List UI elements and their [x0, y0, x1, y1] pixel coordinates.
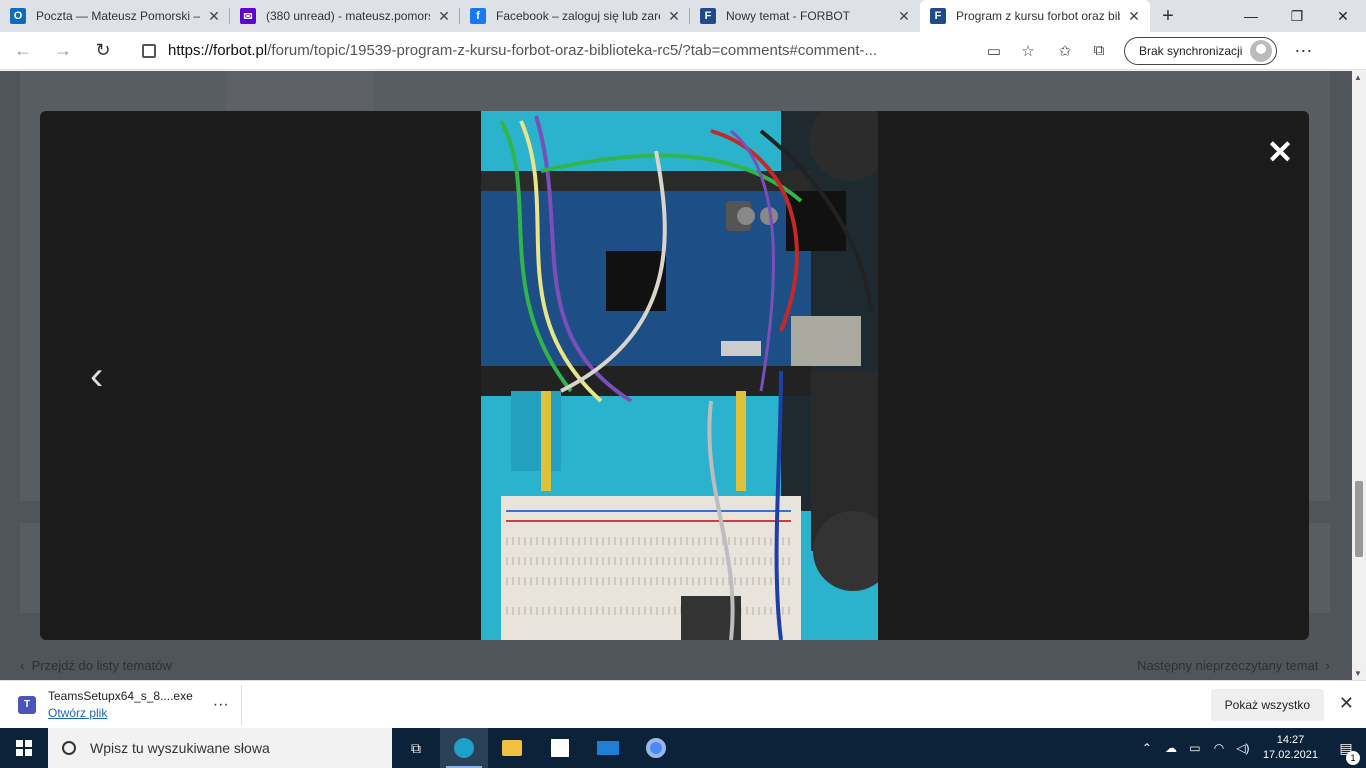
- download-bar: T TeamsSetupx64_s_8....exe Otwórz plik ·…: [0, 680, 1366, 728]
- address-bar[interactable]: https://forbot.pl/forum/topic/19539-prog…: [132, 35, 1048, 66]
- avatar: [1250, 39, 1273, 62]
- notifications-icon[interactable]: ▤ 1: [1326, 740, 1366, 765]
- store-icon[interactable]: [536, 728, 584, 768]
- window-controls: — ❐ ✕: [1228, 0, 1366, 32]
- address-toolbar: ← → ↻ https://forbot.pl/forum/topic/1953…: [0, 32, 1366, 70]
- close-lightbox-button[interactable]: ✕: [1265, 136, 1295, 168]
- arduino-robot-photo: [481, 111, 878, 640]
- collections-icon[interactable]: ⧉: [1082, 34, 1116, 68]
- back-icon[interactable]: ←: [6, 34, 40, 68]
- date: 17.02.2021: [1262, 749, 1318, 761]
- mail-icon[interactable]: [584, 728, 632, 768]
- tab-yahoo-mail[interactable]: ✉ (380 unread) - mateusz.pomorski ✕: [230, 0, 460, 32]
- previous-image-button[interactable]: ‹: [90, 356, 120, 396]
- tab-forbot-program[interactable]: F Program z kursu forbot oraz biblioteka…: [920, 0, 1150, 32]
- download-info: TeamsSetupx64_s_8....exe Otwórz plik: [48, 689, 193, 720]
- url-text[interactable]: https://forbot.pl/forum/topic/19539-prog…: [168, 42, 970, 59]
- wifi-icon[interactable]: ◠: [1207, 741, 1231, 755]
- windows-logo-icon: [16, 740, 32, 756]
- new-tab-button[interactable]: +: [1150, 0, 1186, 32]
- system-tray: ⌃ ☁ ▭ ◠ ◁) 14:27 17.02.2021 ▤ 1: [1135, 728, 1366, 768]
- add-favorite-icon[interactable]: ☆: [1018, 41, 1038, 61]
- tab-outlook[interactable]: O Poczta — Mateusz Pomorski — Outlook ✕: [0, 0, 230, 32]
- facebook-icon: f: [470, 8, 486, 24]
- forward-icon[interactable]: →: [46, 34, 80, 68]
- forbot-icon: F: [700, 8, 716, 24]
- outlook-icon: O: [10, 8, 26, 24]
- download-item[interactable]: T TeamsSetupx64_s_8....exe Otwórz plik ·…: [0, 684, 242, 725]
- scroll-down-icon[interactable]: ▼: [1354, 669, 1362, 678]
- page-scrollbar[interactable]: ▲ ▼: [1352, 71, 1366, 680]
- close-tab-icon[interactable]: ✕: [206, 8, 222, 25]
- task-view-icon[interactable]: ⧉: [392, 728, 440, 768]
- search-placeholder: Wpisz tu wyszukiwane słowa: [90, 740, 270, 756]
- tab-title: Nowy temat - FORBOT: [726, 9, 851, 23]
- next-unread-link[interactable]: Następny nieprzeczytany temat ›: [1137, 658, 1330, 673]
- clock[interactable]: 14:27 17.02.2021: [1255, 733, 1326, 763]
- scroll-up-icon[interactable]: ▲: [1354, 73, 1362, 82]
- volume-icon[interactable]: ◁): [1231, 741, 1255, 755]
- profile-sync-button[interactable]: Brak synchronizacji: [1124, 36, 1278, 65]
- more-menu-icon[interactable]: ···: [1283, 34, 1323, 68]
- close-tab-icon[interactable]: ✕: [436, 8, 452, 25]
- show-all-downloads-button[interactable]: Pokaż wszystko: [1210, 689, 1324, 721]
- close-tab-icon[interactable]: ✕: [896, 8, 912, 25]
- close-tab-icon[interactable]: ✕: [1126, 8, 1142, 25]
- reader-view-icon[interactable]: ▭: [984, 41, 1004, 61]
- taskbar-search-box[interactable]: Wpisz tu wyszukiwane słowa: [48, 728, 392, 768]
- tab-title: Poczta — Mateusz Pomorski — Outlook: [36, 9, 200, 23]
- prev-link-label: Przejdź do listy tematów: [31, 658, 172, 673]
- refresh-icon[interactable]: ↻: [86, 34, 120, 68]
- time: 14:27: [1276, 734, 1305, 746]
- yahoo-mail-icon: ✉: [240, 8, 256, 24]
- tab-forbot-new-topic[interactable]: F Nowy temat - FORBOT ✕: [690, 0, 920, 32]
- search-icon: [62, 741, 76, 755]
- prev-topic-list-link[interactable]: ‹ Przejdź do listy tematów: [20, 658, 172, 673]
- minimize-icon[interactable]: —: [1228, 0, 1274, 32]
- favorites-icon[interactable]: ✩: [1048, 34, 1082, 68]
- url-path: /forum/topic/19539-program-z-kursu-forbo…: [267, 42, 878, 59]
- download-more-icon[interactable]: ···: [213, 696, 229, 714]
- windows-taskbar: Wpisz tu wyszukiwane słowa ⧉ ⌃ ☁ ▭ ◠ ◁) …: [0, 728, 1366, 768]
- tab-facebook[interactable]: f Facebook – zaloguj się lub zarejestruj…: [460, 0, 690, 32]
- forbot-icon: F: [930, 8, 946, 24]
- url-domain: https://forbot.pl: [168, 42, 268, 59]
- sync-label: Brak synchronizacji: [1139, 43, 1243, 58]
- edge-icon[interactable]: [440, 728, 488, 768]
- image-lightbox: ‹ ✕: [40, 111, 1309, 640]
- start-button[interactable]: [0, 728, 48, 768]
- download-filename: TeamsSetupx64_s_8....exe: [48, 689, 193, 703]
- topic-navigation: ‹ Przejdź do listy tematów Następny niep…: [20, 658, 1330, 673]
- maximize-icon[interactable]: ❐: [1274, 0, 1320, 32]
- next-link-label: Następny nieprzeczytany temat: [1137, 658, 1319, 673]
- show-hidden-icons[interactable]: ⌃: [1135, 741, 1159, 755]
- open-file-link[interactable]: Otwórz plik: [48, 706, 193, 720]
- close-download-bar-icon[interactable]: ✕: [1339, 693, 1354, 714]
- tab-title: Facebook – zaloguj się lub zarejestruj: [496, 9, 660, 23]
- chrome-icon[interactable]: [632, 728, 680, 768]
- tab-title: Program z kursu forbot oraz biblioteka: [956, 9, 1120, 23]
- tab-title: (380 unread) - mateusz.pomorski: [266, 9, 430, 23]
- close-window-icon[interactable]: ✕: [1320, 0, 1366, 32]
- tab-strip: O Poczta — Mateusz Pomorski — Outlook ✕ …: [0, 0, 1366, 32]
- onedrive-icon[interactable]: ☁: [1159, 741, 1183, 755]
- close-tab-icon[interactable]: ✕: [666, 8, 682, 25]
- notification-count: 1: [1346, 750, 1360, 765]
- file-explorer-icon[interactable]: [488, 728, 536, 768]
- battery-icon[interactable]: ▭: [1183, 741, 1207, 755]
- teams-installer-icon: T: [18, 695, 36, 714]
- scrollbar-thumb[interactable]: [1355, 481, 1363, 557]
- lock-icon: [142, 43, 156, 58]
